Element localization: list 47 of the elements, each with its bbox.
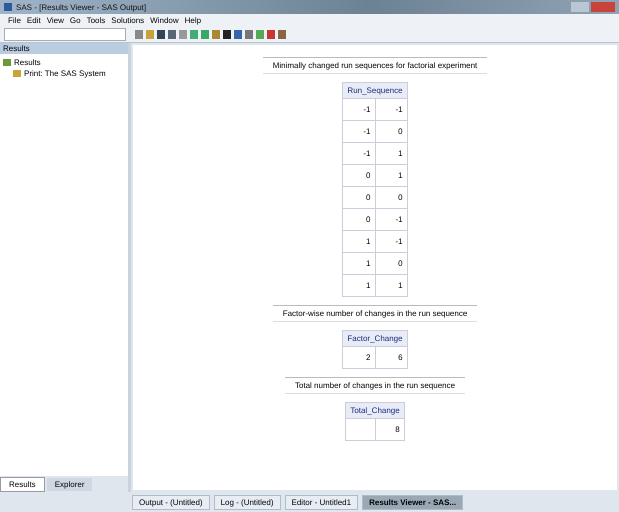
menu-item[interactable]: Tools <box>86 16 106 24</box>
menu-item[interactable]: File <box>8 16 21 24</box>
table-cell: 1 <box>375 274 408 296</box>
table-cell: 0 <box>375 252 408 274</box>
menu-item[interactable]: View <box>46 16 64 24</box>
table-cell: -1 <box>375 98 408 120</box>
panel-tab[interactable]: Results <box>0 476 45 492</box>
tree-item[interactable]: Results <box>3 57 125 68</box>
table-cell: 2 <box>342 346 375 368</box>
column-header: Run_Sequence <box>342 82 408 98</box>
menu-item[interactable]: Solutions <box>111 16 144 24</box>
tree-item[interactable]: Print: The SAS System <box>3 68 125 79</box>
table-cell: -1 <box>375 208 408 230</box>
table-cell: 1 <box>342 252 375 274</box>
table-cell: 0 <box>342 186 375 208</box>
menu-item[interactable]: Window <box>150 16 179 24</box>
window-title: SAS - [Results Viewer - SAS Output] <box>16 2 148 12</box>
menu-item[interactable]: Go <box>70 16 81 24</box>
table-title: Total number of changes in the run sequence <box>284 377 466 394</box>
table-title: Factor-wise number of changes in the run sequence <box>272 305 478 322</box>
table-cell: 1 <box>342 274 375 296</box>
panel-title: Results <box>0 43 128 54</box>
column-header: Total_Change <box>346 402 404 418</box>
table-cell: -1 <box>342 98 375 120</box>
panel-tab[interactable]: Explorer <box>46 478 92 490</box>
table-cell: 1 <box>375 164 408 186</box>
menu-item[interactable]: Help <box>184 16 202 24</box>
column-header: Factor_Change <box>342 330 408 346</box>
window-tab[interactable]: Log - (Untitled) <box>214 494 280 510</box>
table-cell: -1 <box>375 230 408 252</box>
window-tab[interactable]: Output - (Untitled) <box>132 494 210 510</box>
command-field[interactable] <box>4 28 126 40</box>
table-cell: 8 <box>375 418 404 440</box>
menu-item[interactable]: Edit <box>26 16 41 24</box>
table-cell: 1 <box>375 142 408 164</box>
table-cell: 1 <box>342 230 375 252</box>
table-cell: 6 <box>375 346 408 368</box>
app-icon <box>4 3 12 11</box>
table-title: Minimally changed run sequences for factorial experiment <box>262 57 488 74</box>
window-tab[interactable]: Results Viewer - SAS... <box>362 494 464 510</box>
table-cell: 0 <box>375 186 408 208</box>
table-cell: 0 <box>342 208 375 230</box>
table-cell: 0 <box>375 120 408 142</box>
window-tab[interactable]: Editor - Untitled1 <box>284 494 358 510</box>
table-cell: -1 <box>342 120 375 142</box>
table-cell: -1 <box>342 142 375 164</box>
table-cell: 0 <box>342 164 375 186</box>
